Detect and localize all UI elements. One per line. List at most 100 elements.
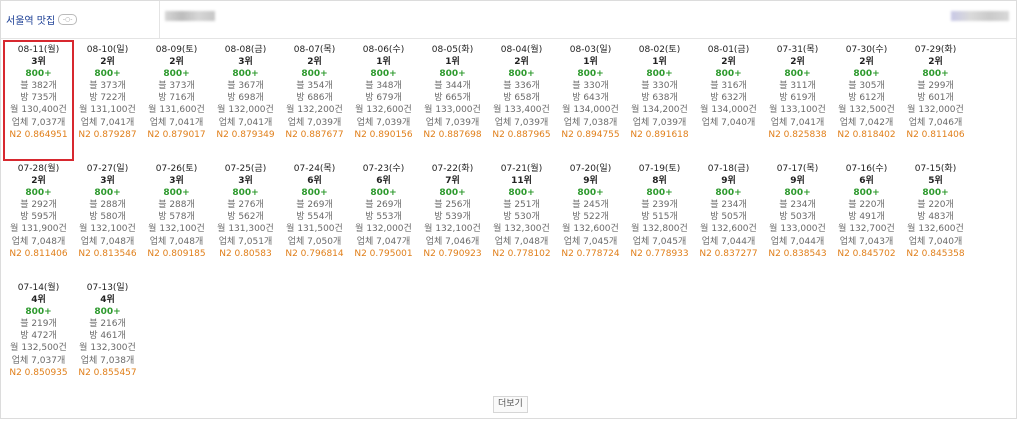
day-card[interactable]: 08-03(일) 1위 800+ 블 330개 방 643개 월 134,000건 업체 7…	[556, 41, 625, 160]
day-card-cafe: 방 491개	[848, 212, 885, 223]
day-card-rank: 6위	[307, 176, 322, 187]
day-card-total: 업체 7,040개	[908, 236, 963, 247]
day-card-date: 07-26(토)	[155, 164, 198, 174]
day-card-month: 월 133,400건	[493, 105, 550, 116]
day-card-month: 월 132,800건	[631, 224, 688, 235]
day-card-vol: 800+	[577, 69, 604, 80]
day-card-rank: 7위	[445, 176, 460, 187]
day-card-month: 월 132,200건	[286, 105, 343, 116]
day-card[interactable]: 08-11(월) 3위 800+ 블 382개 방 735개 월 130,400건 업체 7…	[3, 40, 74, 161]
day-card-date: 07-19(토)	[638, 164, 681, 174]
day-card-month: 월 132,700건	[838, 224, 895, 235]
day-card[interactable]: 07-20(일) 9위 800+ 블 245개 방 522개 월 132,600건 업체 7…	[556, 160, 625, 279]
day-card-total: 업체 7,041개	[149, 117, 204, 128]
day-card[interactable]: 07-22(화) 7위 800+ 블 256개 방 539개 월 132,100건 업체 7…	[418, 160, 487, 279]
day-card-blog: 블 316개	[710, 81, 747, 92]
day-card-date: 08-04(월)	[500, 45, 543, 55]
day-card-date: 07-14(월)	[17, 283, 60, 293]
more-button[interactable]: 더보기	[493, 396, 528, 413]
day-card[interactable]: 07-21(월) 11위 800+ 블 251개 방 530개 월 132,300건 업체 …	[487, 160, 556, 279]
day-card-date: 07-15(화)	[914, 164, 957, 174]
day-card[interactable]: 07-25(금) 3위 800+ 블 276개 방 562개 월 131,300건 업체 7…	[211, 160, 280, 279]
keyword-link[interactable]: 서울역 맛집 -○-	[6, 12, 78, 27]
day-card-month: 월 133,000건	[424, 105, 481, 116]
day-card-vol: 800+	[301, 188, 328, 199]
day-card[interactable]: 08-10(일) 2위 800+ 블 373개 방 722개 월 131,100건 업체 7…	[73, 41, 142, 160]
day-card-date: 08-07(목)	[293, 45, 336, 55]
toggle-icon[interactable]: -○-	[58, 14, 78, 25]
day-card-n2: N2 0.864951	[9, 129, 68, 140]
day-card-total: 업체 7,051개	[218, 236, 273, 247]
day-card[interactable]: 07-13(일) 4위 800+ 블 216개 방 461개 월 132,300건 업체 7…	[73, 279, 142, 398]
day-card-blog: 블 299개	[917, 81, 954, 92]
day-card-vol: 800+	[370, 188, 397, 199]
day-card-cafe: 방 554개	[296, 212, 333, 223]
day-card-cafe: 방 539개	[434, 212, 471, 223]
day-card-cafe: 방 530개	[503, 212, 540, 223]
day-card-rank: 4위	[100, 295, 115, 306]
day-card[interactable]: 08-09(토) 2위 800+ 블 373개 방 716개 월 131,600건 업체 7…	[142, 41, 211, 160]
day-card[interactable]: 07-16(수) 6위 800+ 블 220개 방 491개 월 132,700건 업체 7…	[832, 160, 901, 279]
day-card-rank: 6위	[859, 176, 874, 187]
day-card-blog: 블 330개	[572, 81, 609, 92]
day-card-blog: 블 219개	[20, 319, 57, 330]
day-card[interactable]: 08-01(금) 2위 800+ 블 316개 방 632개 월 134,000건 업체 7…	[694, 41, 763, 160]
day-card[interactable]: 08-05(화) 1위 800+ 블 344개 방 665개 월 133,000건 업체 7…	[418, 41, 487, 160]
day-card-blog: 블 373개	[158, 81, 195, 92]
day-card-n2: N2 0.778933	[630, 248, 689, 259]
day-card-total: 업체 7,048개	[494, 236, 549, 247]
day-card[interactable]: 07-31(목) 2위 800+ 블 311개 방 619개 월 133,100건 업체 7…	[763, 41, 832, 160]
day-card-date: 07-21(월)	[500, 164, 543, 174]
day-card[interactable]: 07-26(토) 3위 800+ 블 288개 방 578개 월 132,100건 업체 7…	[142, 160, 211, 279]
day-card-rank: 3위	[238, 176, 253, 187]
day-card-month: 월 132,100건	[79, 224, 136, 235]
day-card[interactable]: 08-02(토) 1위 800+ 블 330개 방 638개 월 134,200건 업체 7…	[625, 41, 694, 160]
day-card-month: 월 134,000건	[700, 105, 757, 116]
day-card-date: 07-20(일)	[569, 164, 612, 174]
day-card-blog: 블 348개	[365, 81, 402, 92]
day-card-cafe: 방 722개	[89, 93, 126, 104]
day-card-month: 월 132,100건	[424, 224, 481, 235]
day-card-rank: 2위	[721, 57, 736, 68]
day-card-blog: 블 245개	[572, 200, 609, 211]
day-card-rank: 9위	[583, 176, 598, 187]
day-card-rank: 2위	[514, 57, 529, 68]
day-card[interactable]: 07-19(토) 8위 800+ 블 239개 방 515개 월 132,800건 업체 7…	[625, 160, 694, 279]
day-card[interactable]: 07-27(일) 3위 800+ 블 288개 방 580개 월 132,100건 업체 7…	[73, 160, 142, 279]
day-card[interactable]: 07-23(수) 6위 800+ 블 269개 방 553개 월 132,000건 업체 7…	[349, 160, 418, 279]
day-card-n2: N2 0.790923	[423, 248, 482, 259]
day-card[interactable]: 08-06(수) 1위 800+ 블 348개 방 679개 월 132,600건 업체 7…	[349, 41, 418, 160]
day-card[interactable]: 07-30(수) 2위 800+ 블 305개 방 612개 월 132,500건 업체 7…	[832, 41, 901, 160]
day-card[interactable]: 08-04(월) 2위 800+ 블 336개 방 658개 월 133,400건 업체 7…	[487, 41, 556, 160]
day-card-month: 월 132,600건	[907, 224, 964, 235]
day-card-vol: 800+	[508, 188, 535, 199]
day-card[interactable]: 07-28(월) 2위 800+ 블 292개 방 595개 월 131,900건 업체 7…	[4, 160, 73, 279]
day-card-total: 업체 7,050개	[287, 236, 342, 247]
day-card[interactable]: 07-15(화) 5위 800+ 블 220개 방 483개 월 132,600건 업체 7…	[901, 160, 970, 279]
day-card-vol: 800+	[232, 188, 259, 199]
day-card-blog: 블 276개	[227, 200, 264, 211]
day-card-month: 월 134,200건	[631, 105, 688, 116]
day-card[interactable]: 07-24(목) 6위 800+ 블 269개 방 554개 월 131,500건 업체 7…	[280, 160, 349, 279]
day-card-blog: 블 288개	[89, 200, 126, 211]
day-card-rank: 8위	[652, 176, 667, 187]
day-card[interactable]: 08-07(목) 2위 800+ 블 354개 방 686개 월 132,200건 업체 7…	[280, 41, 349, 160]
day-card-month: 월 134,000건	[562, 105, 619, 116]
day-card-cafe: 방 578개	[158, 212, 195, 223]
day-card[interactable]: 07-14(월) 4위 800+ 블 219개 방 472개 월 132,500건 업체 7…	[4, 279, 73, 398]
day-card-cafe: 방 612개	[848, 93, 885, 104]
day-card-total: 업체 7,042개	[839, 117, 894, 128]
day-card-date: 07-24(목)	[293, 164, 336, 174]
day-card-total: 업체 7,038개	[563, 117, 618, 128]
day-card-n2: N2 0.795001	[354, 248, 413, 259]
day-card-rank: 9위	[721, 176, 736, 187]
day-card-cafe: 방 735개	[20, 93, 57, 104]
day-card-rank: 1위	[376, 57, 391, 68]
day-card-cafe: 방 461개	[89, 331, 126, 342]
day-card-blog: 블 234개	[779, 200, 816, 211]
day-card[interactable]: 07-18(금) 9위 800+ 블 234개 방 505개 월 132,600건 업체 7…	[694, 160, 763, 279]
day-card[interactable]: 07-29(화) 2위 800+ 블 299개 방 601개 월 132,000건 업체 7…	[901, 41, 970, 160]
day-card[interactable]: 08-08(금) 3위 800+ 블 367개 방 698개 월 132,000건 업체 7…	[211, 41, 280, 160]
day-card-blog: 블 311개	[779, 81, 816, 92]
day-card[interactable]: 07-17(목) 9위 800+ 블 234개 방 503개 월 133,000건 업체 7…	[763, 160, 832, 279]
